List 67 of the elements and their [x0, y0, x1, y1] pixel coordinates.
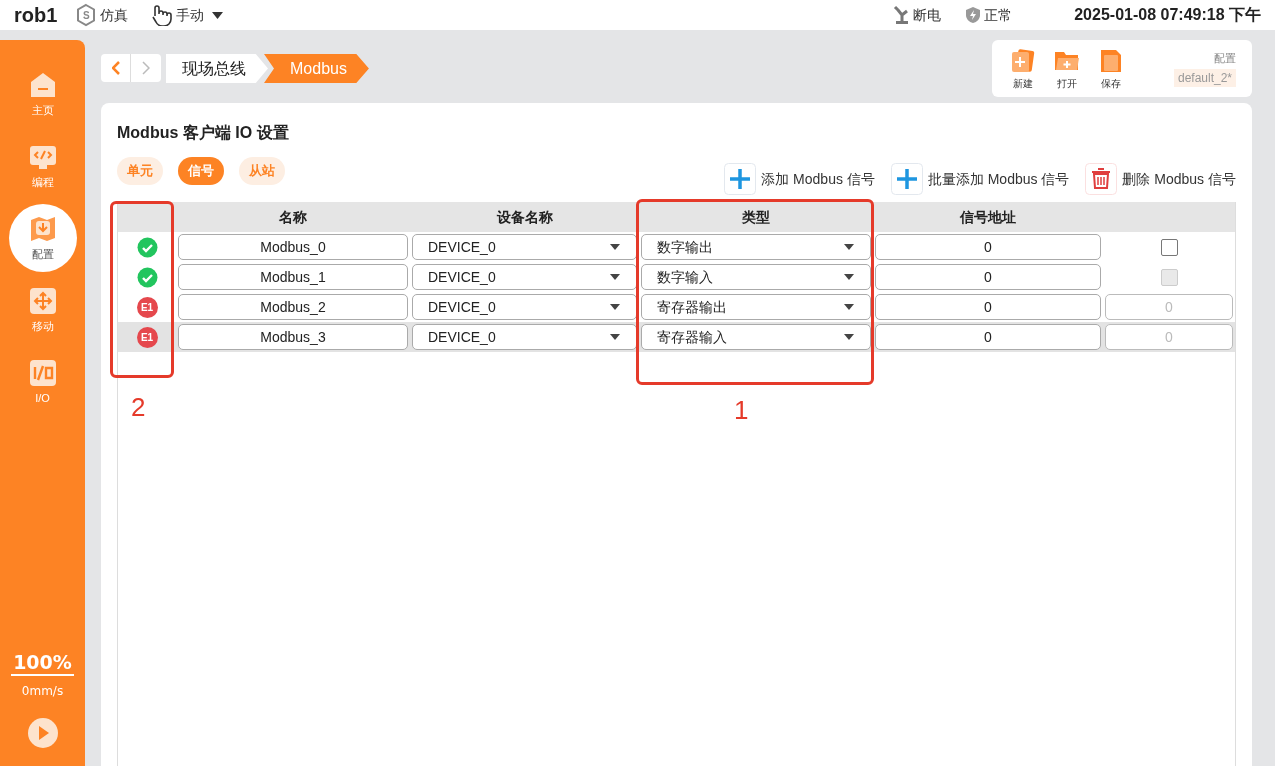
io-icon	[27, 357, 58, 388]
date-time: 2025-01-08 07:49:18 下午	[1074, 5, 1261, 25]
caret-icon	[844, 334, 854, 340]
name-field[interactable]: Modbus_2	[178, 294, 408, 320]
caret-icon	[610, 244, 620, 250]
device-dropdown[interactable]: DEVICE_0	[412, 234, 637, 260]
name-field[interactable]: Modbus_3	[178, 324, 408, 350]
action-button[interactable]: 添加 Modbus 信号	[724, 163, 875, 195]
move-arrows-icon	[27, 285, 58, 316]
device-dropdown[interactable]: DEVICE_0	[412, 294, 637, 320]
config-name: default_2*	[1173, 68, 1236, 87]
shield-icon	[965, 6, 982, 24]
plus-icon	[724, 163, 757, 195]
caret-icon	[212, 11, 224, 19]
address-field[interactable]: 0	[875, 324, 1101, 350]
checkbox[interactable]	[1160, 238, 1178, 256]
config-label: 配置	[1214, 51, 1236, 67]
mode-label: 仿真	[100, 5, 129, 25]
chevron-left-icon	[111, 61, 120, 75]
type-dropdown[interactable]: 数字输入	[641, 264, 871, 290]
table-row[interactable]: E1 Modbus_3 DEVICE_0 寄存器输入 0 0	[118, 322, 1235, 352]
caret-icon	[844, 304, 854, 310]
trash-icon	[1085, 163, 1118, 195]
type-dropdown[interactable]: 寄存器输入	[641, 324, 871, 350]
toolbar-button[interactable]: 保存	[1096, 46, 1126, 91]
device-dropdown[interactable]: DEVICE_0	[412, 264, 637, 290]
column-header: 设备名称	[495, 207, 554, 227]
sidebar-item[interactable]: 配置	[8, 204, 77, 272]
caret-icon	[610, 304, 620, 310]
action-button[interactable]: 批量添加 Modbus 信号	[890, 163, 1070, 195]
callout-number: 2	[131, 392, 146, 422]
caret-icon	[610, 334, 620, 340]
column-header: 名称	[278, 207, 308, 227]
new-file-icon	[1011, 46, 1035, 73]
caret-icon	[844, 244, 854, 250]
address-field[interactable]: 0	[875, 234, 1101, 260]
safety-status: 正常	[984, 5, 1013, 25]
control-mode-dropdown[interactable]: 手动	[176, 4, 224, 26]
caret-icon	[610, 274, 620, 280]
check-circle-icon	[136, 266, 158, 288]
chevron-right-icon	[142, 61, 150, 75]
toolbar-button[interactable]: 打开	[1052, 46, 1082, 91]
column-header: 信号地址	[959, 207, 1017, 227]
type-dropdown[interactable]: 寄存器输出	[641, 294, 871, 320]
caret-icon	[844, 274, 854, 280]
check-circle-icon	[136, 236, 158, 258]
action-button[interactable]: 删除 Modbus 信号	[1085, 163, 1236, 195]
device-dropdown[interactable]: DEVICE_0	[412, 324, 637, 350]
callout-number: 1	[734, 395, 749, 425]
type-dropdown[interactable]: 数字输出	[641, 234, 871, 260]
play-button[interactable]	[27, 718, 58, 748]
simulation-badge: S	[75, 3, 98, 27]
error-badge: E1	[136, 326, 158, 348]
name-field[interactable]: Modbus_1	[178, 264, 408, 290]
page-title: Modbus 客户端 IO 设置	[117, 123, 290, 143]
error-badge: E1	[136, 296, 158, 318]
address-field[interactable]: 0	[875, 294, 1101, 320]
breadcrumb-item[interactable]: 现场总线	[166, 54, 268, 83]
toolbar-button[interactable]: 新建	[1008, 46, 1038, 91]
plus-icon	[890, 163, 923, 195]
name-field[interactable]: Modbus_0	[178, 234, 408, 260]
power-status: 断电	[913, 5, 942, 25]
robot-name: rob1	[14, 3, 58, 28]
speed-value: 0mm/s	[21, 683, 64, 700]
column-header: 类型	[741, 207, 771, 227]
hand-icon[interactable]	[150, 4, 175, 26]
address-field[interactable]: 0	[875, 264, 1101, 290]
